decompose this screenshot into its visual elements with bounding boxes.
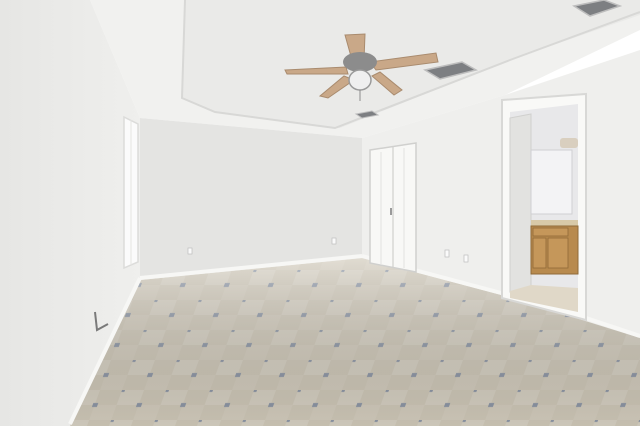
door-leaf	[509, 113, 532, 293]
vanity-door-1	[532, 237, 547, 269]
outlet-right-1	[444, 249, 450, 258]
bathroom-counter	[531, 220, 578, 226]
outlet-back-left	[187, 247, 193, 255]
back-wall	[140, 118, 362, 280]
room-photo	[0, 0, 640, 426]
outlet-back-right	[331, 237, 337, 245]
bathroom-light	[560, 138, 578, 148]
fan-light-globe	[348, 69, 372, 91]
vanity-drawer	[532, 227, 569, 237]
vanity-door-2	[547, 237, 569, 269]
fan-motor	[343, 52, 377, 72]
closet-handle	[390, 208, 392, 215]
bathroom-mirror	[530, 149, 573, 215]
outlet-right-2	[463, 254, 469, 263]
room-scene	[0, 0, 640, 426]
